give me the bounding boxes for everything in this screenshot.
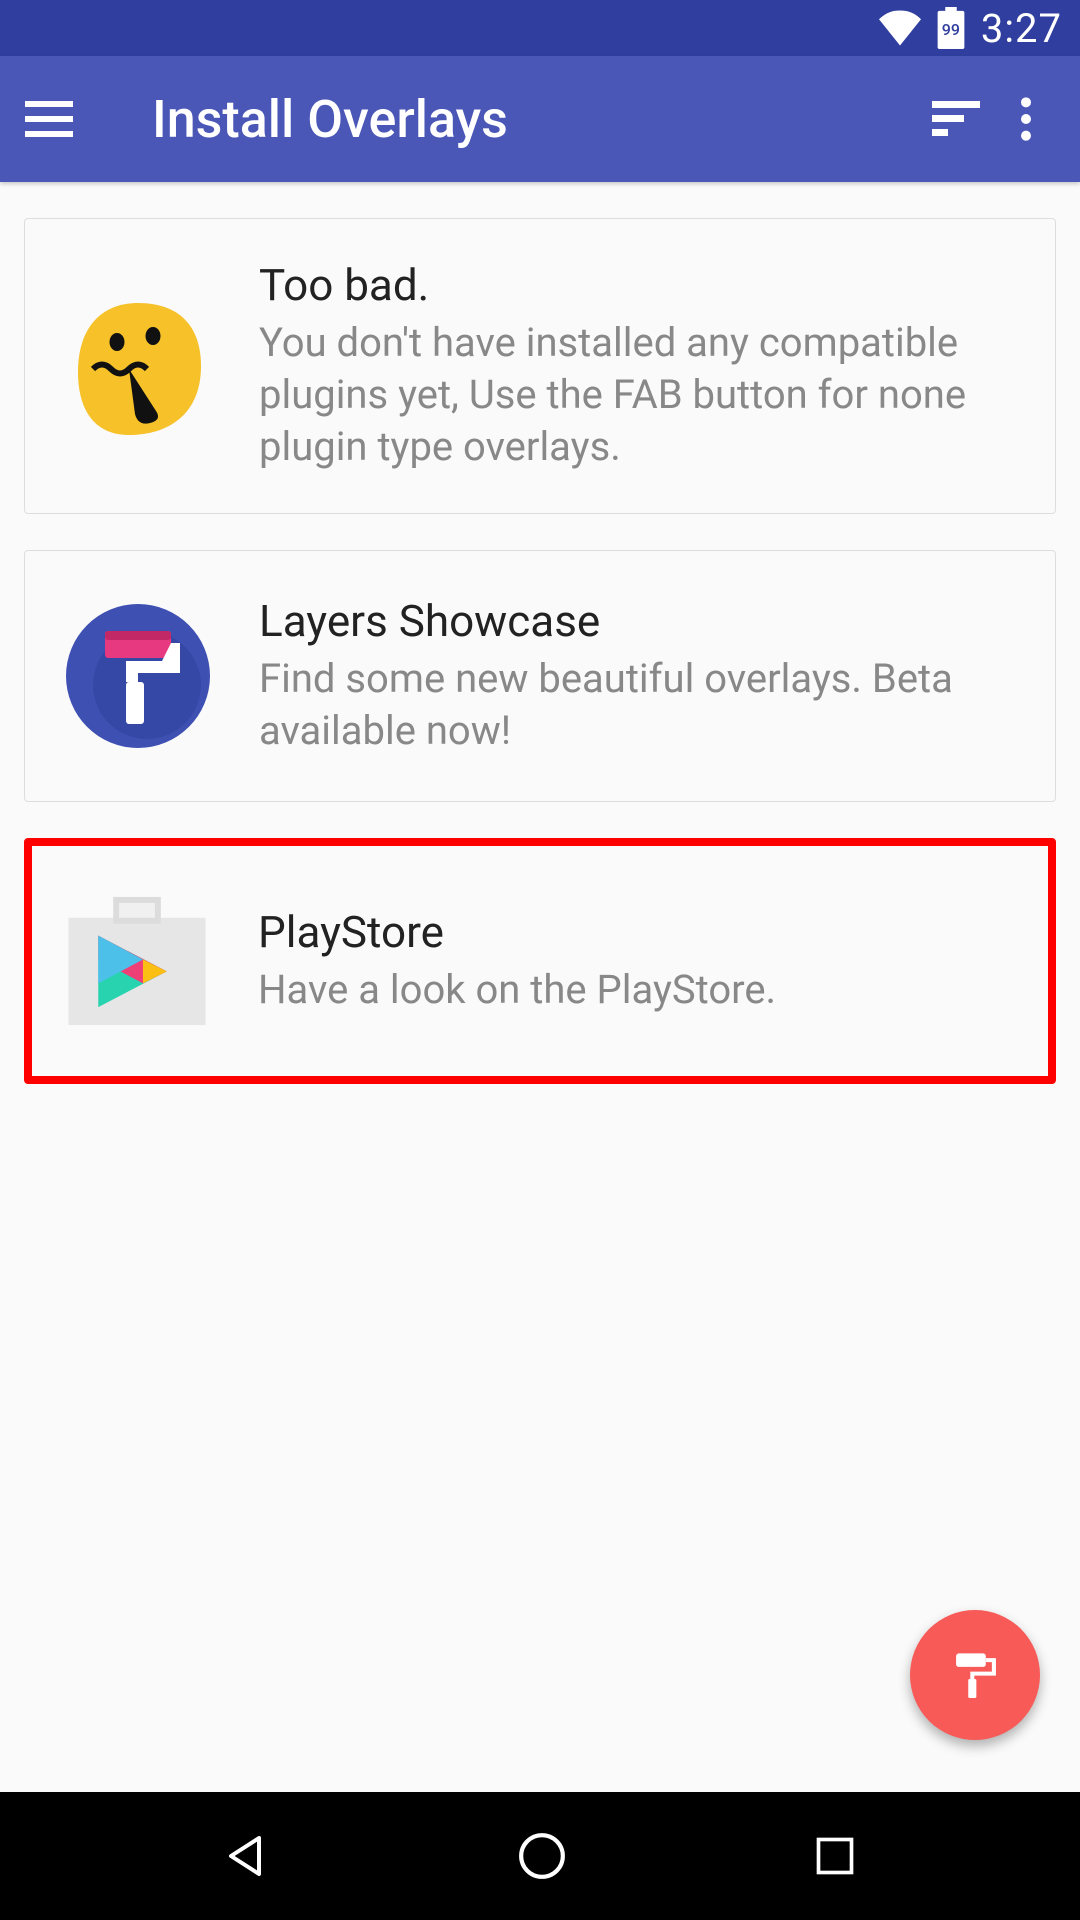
- battery-level: 99: [942, 20, 960, 39]
- status-bar: 99 3:27: [0, 0, 1080, 56]
- layers-roller-icon: [53, 591, 223, 761]
- fab-paint-button[interactable]: [910, 1610, 1040, 1740]
- card-title: Layers Showcase: [259, 595, 1027, 647]
- recents-button[interactable]: [813, 1834, 857, 1878]
- battery-icon: 99: [937, 7, 965, 49]
- sad-emoji-icon: [53, 281, 223, 451]
- overflow-menu-button[interactable]: [996, 97, 1056, 141]
- card-title: Too bad.: [259, 259, 1027, 311]
- playstore-card[interactable]: PlayStore Have a look on the PlayStore.: [24, 838, 1056, 1084]
- page-title: Install Overlays: [104, 89, 916, 150]
- sort-button[interactable]: [916, 101, 996, 137]
- content-area: Too bad. You don't have installed any co…: [0, 182, 1080, 1120]
- playstore-icon: [52, 876, 222, 1046]
- layers-showcase-card[interactable]: Layers Showcase Find some new beautiful …: [24, 550, 1056, 802]
- card-title: PlayStore: [258, 906, 1028, 958]
- card-subtitle: Find some new beautiful overlays. Beta a…: [259, 653, 1027, 757]
- home-button[interactable]: [517, 1831, 567, 1881]
- status-time: 3:27: [981, 5, 1062, 52]
- navigation-bar: [0, 1792, 1080, 1920]
- app-bar: Install Overlays: [0, 56, 1080, 182]
- paint-roller-icon: [948, 1648, 1002, 1702]
- wifi-icon: [879, 10, 921, 46]
- card-subtitle: You don't have installed any compatible …: [259, 317, 1027, 473]
- empty-state-card: Too bad. You don't have installed any co…: [24, 218, 1056, 514]
- card-subtitle: Have a look on the PlayStore.: [258, 964, 1028, 1016]
- back-button[interactable]: [223, 1832, 271, 1880]
- menu-button[interactable]: [24, 101, 104, 137]
